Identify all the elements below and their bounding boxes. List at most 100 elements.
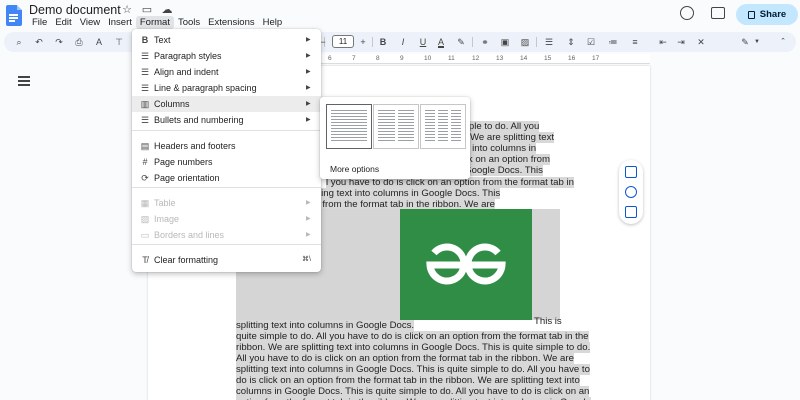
format-menu-item-page-numbers[interactable]: # Page numbers [132, 154, 321, 170]
menu-item-label: Paragraph styles [154, 51, 222, 61]
text-color-icon[interactable]: A [434, 35, 448, 49]
more-options-item[interactable]: More options [320, 161, 470, 177]
page-orientation-icon: ⟳ [141, 173, 149, 183]
menu-view[interactable]: View [76, 16, 104, 29]
editing-mode-chevron-icon[interactable]: ▼ [750, 35, 764, 49]
add-comment-float-icon[interactable] [625, 166, 637, 178]
paint-format-icon[interactable]: ⊤ [112, 35, 126, 49]
submenu-arrow-icon: ▶ [306, 53, 311, 59]
menu-item-label: Clear formatting [154, 255, 219, 265]
menu-insert[interactable]: Insert [104, 16, 136, 29]
menu-edit[interactable]: Edit [51, 16, 75, 29]
share-button[interactable]: Share [736, 4, 798, 25]
italic-icon[interactable]: I [396, 35, 410, 49]
increase-indent-icon[interactable]: ⇥ [674, 35, 688, 49]
submenu-arrow-icon: ▶ [306, 216, 311, 222]
doc-text-line: splitting text into columns in Google Do… [236, 320, 415, 331]
print-icon[interactable]: ⎙ [72, 35, 86, 49]
search-menus-icon[interactable]: ⌕ [12, 35, 26, 49]
emoji-reaction-icon[interactable] [625, 186, 637, 198]
font-size-input[interactable]: 11 [332, 35, 354, 48]
shortcut-hint: ⌘\ [302, 256, 311, 263]
share-label: Share [759, 9, 787, 20]
format-menu-item-columns[interactable]: ▥ Columns ▶ [132, 96, 321, 112]
one-column-option[interactable] [326, 104, 372, 149]
menu-tools[interactable]: Tools [174, 16, 204, 29]
page-numbers-icon: # [142, 157, 148, 167]
gfg-logo-image[interactable] [400, 209, 532, 320]
three-columns-option[interactable] [420, 104, 466, 149]
menu-item-label: Page orientation [154, 173, 220, 183]
undo-icon[interactable]: ↶ [32, 35, 46, 49]
bold-icon[interactable]: B [376, 35, 390, 49]
line-spacing-icon[interactable]: ⇕ [564, 35, 578, 49]
menu-item-label: Page numbers [154, 157, 213, 167]
borders-lines-icon: ▭ [140, 230, 150, 240]
format-menu-item-page-orientation[interactable]: ⟳ Page orientation [132, 170, 321, 186]
insert-link-icon[interactable]: ⚭ [478, 35, 492, 49]
hide-menus-icon[interactable]: ⌃ [776, 35, 790, 49]
format-menu-item-paragraph-styles[interactable]: ☰ Paragraph styles ▶ [132, 48, 321, 64]
menu-separator [132, 130, 321, 131]
menu-help[interactable]: Help [259, 16, 287, 29]
document-title[interactable]: Demo document [29, 3, 121, 17]
format-menu-item-headers-and-footers[interactable]: ▤ Headers and footers [132, 138, 321, 154]
menu-item-label: Bullets and numbering [154, 115, 244, 125]
menu-item-label: Headers and footers [154, 141, 236, 151]
submenu-arrow-icon: ▶ [306, 200, 311, 206]
format-menu-item-clear-formatting[interactable]: T̸ Clear formatting ⌘\ [132, 252, 321, 268]
ruler-number: 16 [568, 55, 576, 62]
menu-item-label: Borders and lines [154, 230, 225, 240]
suggest-edits-icon[interactable] [625, 206, 637, 218]
submenu-arrow-icon: ▶ [306, 37, 311, 43]
menu-format[interactable]: Format [135, 16, 174, 29]
cloud-status-icon[interactable]: ☁ [160, 3, 174, 16]
toolbar: ⌕ ↶ ↷ ⎙ A ⊤ − 11 + B I U A ✎ ⚭ ▣ ▨ ☰ ⇕ ☑… [4, 32, 796, 52]
version-history-icon[interactable] [680, 6, 694, 20]
menu-extensions[interactable]: Extensions [204, 16, 258, 29]
underline-icon[interactable]: U [416, 35, 430, 49]
document-outline-icon[interactable] [18, 76, 30, 86]
ruler-number: 15 [544, 55, 552, 62]
format-menu-item-image: ▨ Image ▶ [132, 211, 321, 227]
paragraph-styles-icon: ☰ [140, 51, 150, 61]
menu-separator [132, 244, 321, 245]
ruler-number: 8 [376, 55, 380, 62]
docs-logo-icon[interactable] [6, 5, 22, 26]
columns-submenu: More options [320, 97, 470, 179]
format-menu-item-borders-and-lines: ▭ Borders and lines ▶ [132, 227, 321, 243]
columns-icon: ▥ [140, 99, 150, 109]
format-menu-item-bullets-and-numbering[interactable]: ☰ Bullets and numbering ▶ [132, 112, 321, 128]
format-menu-item-line-paragraph-spacing[interactable]: ☰ Line & paragraph spacing ▶ [132, 80, 321, 96]
format-menu-item-text[interactable]: B Text ▶ [132, 32, 321, 48]
submenu-arrow-icon: ▶ [306, 232, 311, 238]
format-menu-item-align-and-indent[interactable]: ☰ Align and indent ▶ [132, 64, 321, 80]
ruler-number: 13 [496, 55, 504, 62]
comments-icon[interactable] [711, 7, 725, 19]
doc-text-line: quite simple to do. All you have to do i… [236, 331, 589, 342]
checklist-icon[interactable]: ☑ [584, 35, 598, 49]
star-icon[interactable]: ☆ [120, 3, 134, 16]
highlight-color-icon[interactable]: ✎ [454, 35, 468, 49]
submenu-arrow-icon: ▶ [306, 69, 311, 75]
align-icon[interactable]: ☰ [542, 35, 556, 49]
menu-item-label: Text [154, 35, 171, 45]
add-comment-icon[interactable]: ▣ [498, 35, 512, 49]
redo-icon[interactable]: ↷ [52, 35, 66, 49]
clear-formatting-icon: T̸ [142, 255, 148, 265]
menu-file[interactable]: File [28, 16, 51, 29]
ruler-number: 11 [448, 55, 455, 62]
menu-item-label: Image [154, 214, 180, 224]
two-columns-option[interactable] [373, 104, 419, 149]
table-icon: ▦ [140, 198, 150, 208]
decrease-indent-icon[interactable]: ⇤ [656, 35, 670, 49]
floating-tools [619, 160, 643, 224]
increase-font-icon[interactable]: + [356, 35, 370, 49]
move-folder-icon[interactable]: ▭ [140, 3, 154, 16]
numbered-list-icon[interactable]: ≡ [628, 35, 642, 49]
bold-b-icon: B [141, 35, 149, 45]
clear-formatting-icon[interactable]: ✕ [694, 35, 708, 49]
insert-image-icon[interactable]: ▨ [518, 35, 532, 49]
spellcheck-icon[interactable]: A [92, 35, 106, 49]
bulleted-list-icon[interactable]: ≔ [606, 35, 620, 49]
